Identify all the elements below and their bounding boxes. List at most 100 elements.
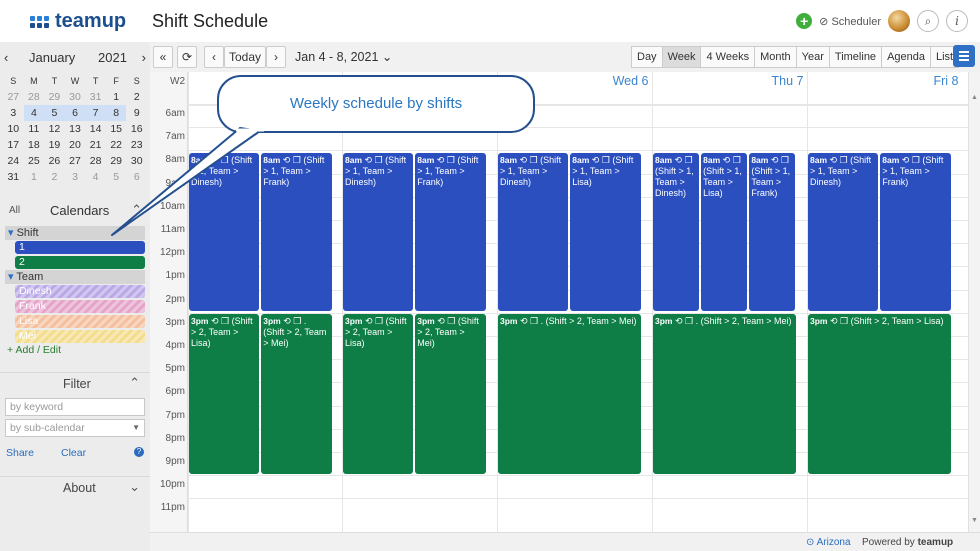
event-shift-1[interactable]: 8am ⟲ ❐ (Shift > 1, Team > Dinesh): [808, 153, 879, 311]
mini-day[interactable]: 29: [106, 153, 127, 169]
mini-day[interactable]: 17: [3, 137, 24, 153]
event-shift-1[interactable]: 8am ⟲ ❐ (Shift > 1, Team > Frank): [261, 153, 332, 311]
view-day-button[interactable]: Day: [632, 47, 663, 67]
mini-day[interactable]: 14: [85, 121, 106, 137]
next-month-icon[interactable]: ›: [142, 50, 146, 65]
mini-day[interactable]: 28: [85, 153, 106, 169]
mini-day[interactable]: 29: [44, 89, 65, 105]
event-shift-1[interactable]: 8am ⟲ ❐ (Shift > 1, Team > Frank): [749, 153, 796, 311]
mini-day[interactable]: 23: [126, 137, 147, 153]
mini-day[interactable]: 12: [44, 121, 65, 137]
filter-header[interactable]: Filter ⌃: [0, 372, 150, 392]
search-icon[interactable]: ⌕: [917, 10, 939, 32]
mini-day[interactable]: 6: [64, 105, 86, 121]
menu-icon[interactable]: [953, 45, 975, 67]
scroll-up-icon[interactable]: ▲: [971, 94, 978, 101]
mini-day[interactable]: 7: [85, 105, 106, 121]
add-event-button[interactable]: +: [796, 13, 813, 29]
chevron-down-icon[interactable]: ⌄: [129, 479, 140, 495]
mini-day[interactable]: 21: [85, 137, 106, 153]
scrollbar[interactable]: ▲ ▼: [968, 72, 980, 532]
event-shift-1[interactable]: 8am ⟲ ❐ (Shift > 1, Team > Dinesh): [343, 153, 414, 311]
keyword-filter-input[interactable]: by keyword: [5, 398, 145, 416]
mini-day[interactable]: 30: [65, 89, 86, 105]
mini-day[interactable]: 5: [106, 169, 127, 185]
event-shift-1[interactable]: 8am ⟲ ❐ (Shift > 1, Team > Frank): [880, 153, 951, 311]
mini-day[interactable]: 19: [44, 137, 65, 153]
event-shift-1[interactable]: 8am ⟲ ❐ (Shift > 1, Team > Dinesh): [189, 153, 260, 311]
mini-year[interactable]: 2021: [98, 50, 127, 65]
mini-day[interactable]: 9: [126, 105, 147, 121]
event-shift-1[interactable]: 8am ⟲ ❐ (Shift > 1, Team > Lisa): [570, 153, 641, 311]
mini-day[interactable]: 20: [65, 137, 86, 153]
view-4-weeks-button[interactable]: 4 Weeks: [701, 47, 756, 67]
avatar[interactable]: [888, 10, 910, 32]
timezone-link[interactable]: ⊙ Arizona: [806, 537, 851, 548]
next-week-icon[interactable]: ›: [266, 46, 286, 68]
event-shift-2[interactable]: 3pm ⟲ ❐ . (Shift > 2, Team > Mei): [261, 314, 332, 474]
sub-calendar-frank[interactable]: Frank: [15, 300, 145, 313]
event-shift-2[interactable]: 3pm ⟲ ❐ . (Shift > 2, Team > Mei): [498, 314, 641, 474]
prev-month-icon[interactable]: ‹: [4, 50, 8, 65]
event-shift-2[interactable]: 3pm ⟲ ❐ (Shift > 2, Team > Lisa): [189, 314, 260, 474]
mini-day[interactable]: 1: [24, 169, 45, 185]
event-shift-2[interactable]: 3pm ⟲ ❐ (Shift > 2, Team > Lisa): [343, 314, 414, 474]
event-shift-2[interactable]: 3pm ⟲ ❐ (Shift > 2, Team > Mei): [415, 314, 486, 474]
mini-day[interactable]: 2: [44, 169, 65, 185]
calendar-group-team[interactable]: ▾ Team: [5, 270, 145, 284]
mini-day[interactable]: 5: [44, 105, 65, 121]
event-shift-1[interactable]: 8am ⟲ ❐ (Shift > 1, Team > Dinesh): [498, 153, 569, 311]
view-agenda-button[interactable]: Agenda: [882, 47, 931, 67]
mini-day[interactable]: 6: [126, 169, 147, 185]
powered-by[interactable]: Powered by teamup: [862, 537, 953, 548]
add-edit-link[interactable]: + Add / Edit: [7, 344, 61, 356]
mini-day[interactable]: 27: [3, 89, 24, 105]
clear-link[interactable]: Clear: [61, 447, 86, 459]
prev-week-icon[interactable]: ‹: [204, 46, 224, 68]
mini-day[interactable]: 2: [126, 89, 147, 105]
sub-calendar-2[interactable]: 2: [15, 256, 145, 269]
chevron-up-icon[interactable]: ⌃: [129, 375, 140, 391]
mini-day[interactable]: 18: [24, 137, 45, 153]
help-icon[interactable]: ?: [134, 447, 144, 457]
event-shift-2[interactable]: 3pm ⟲ ❐ . (Shift > 2, Team > Mei): [653, 314, 796, 474]
mini-day[interactable]: 31: [85, 89, 106, 105]
expand-icon[interactable]: ▾: [8, 227, 17, 239]
mini-day[interactable]: 28: [24, 89, 45, 105]
mini-day[interactable]: 26: [44, 153, 65, 169]
mini-day[interactable]: 13: [65, 121, 86, 137]
chevron-up-icon[interactable]: ⌃: [131, 202, 142, 218]
mini-day[interactable]: 30: [126, 153, 147, 169]
mini-day[interactable]: 11: [24, 121, 45, 137]
view-year-button[interactable]: Year: [797, 47, 830, 67]
sub-calendar-lisa[interactable]: Lisa: [15, 315, 145, 328]
day-header[interactable]: Fri 8: [807, 74, 962, 88]
view-timeline-button[interactable]: Timeline: [830, 47, 883, 67]
mini-day[interactable]: 3: [3, 105, 24, 121]
about-header[interactable]: About ⌄: [0, 476, 150, 496]
mini-day[interactable]: 1: [106, 89, 127, 105]
event-shift-2[interactable]: 3pm ⟲ ❐ (Shift > 2, Team > Lisa): [808, 314, 951, 474]
collapse-sidebar-icon[interactable]: «: [153, 46, 173, 68]
mini-day[interactable]: 15: [106, 121, 127, 137]
mini-day[interactable]: 10: [3, 121, 24, 137]
teamup-logo[interactable]: teamup: [30, 10, 126, 33]
view-month-button[interactable]: Month: [755, 47, 797, 67]
all-calendars-toggle[interactable]: All: [9, 205, 20, 216]
view-week-button[interactable]: Week: [662, 47, 702, 67]
event-shift-1[interactable]: 8am ⟲ ❐ (Shift > 1, Team > Dinesh): [653, 153, 700, 311]
scroll-down-icon[interactable]: ▼: [971, 517, 978, 524]
mini-day[interactable]: 8: [105, 105, 127, 121]
mini-day[interactable]: 3: [65, 169, 86, 185]
mini-month[interactable]: January: [29, 50, 75, 65]
mini-day[interactable]: 31: [3, 169, 24, 185]
refresh-icon[interactable]: ⟳: [177, 46, 197, 68]
mini-day[interactable]: 4: [23, 105, 45, 121]
user-link[interactable]: ⊘ Scheduler: [819, 15, 881, 28]
mini-day[interactable]: 22: [106, 137, 127, 153]
mini-day[interactable]: 25: [24, 153, 45, 169]
subcalendar-filter-select[interactable]: by sub-calendar ▼: [5, 419, 145, 437]
sub-calendar-1[interactable]: 1: [15, 241, 145, 254]
event-shift-1[interactable]: 8am ⟲ ❐ (Shift > 1, Team > Lisa): [701, 153, 748, 311]
mini-day[interactable]: 27: [65, 153, 86, 169]
